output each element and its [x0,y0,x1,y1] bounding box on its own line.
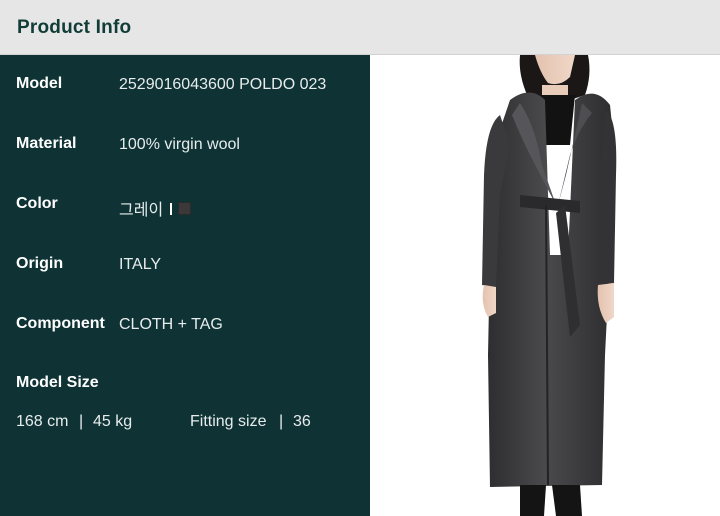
material-value: 100% virgin wool [119,136,240,153]
info-row-material: Material 100% virgin wool [16,135,356,157]
color-value: 그레이 [119,202,164,219]
header-bar: Product Info [0,0,720,55]
model-height: 168 cm [16,413,69,430]
model-coat-illustration [482,55,617,516]
model-size-label: Model Size [16,374,99,391]
color-swatch [178,201,192,215]
model-weight: 45 kg [93,413,133,430]
color-separator [170,202,173,215]
color-label: Color [16,195,58,212]
model-label: Model [16,75,63,92]
info-panel: Model 2529016043600 POLDO 023 Material 1… [0,55,370,516]
info-row-component: Component CLOTH + TAG [16,315,356,337]
info-row-color: Color 그레이 [16,195,356,220]
fitting-size-label: Fitting size [190,413,267,430]
fitting-separator: | [279,413,284,430]
origin-label: Origin [16,255,64,272]
size-separator: | [79,413,84,430]
product-photo [370,55,720,516]
info-row-model: Model 2529016043600 POLDO 023 [16,75,356,97]
component-value: CLOTH + TAG [119,316,223,333]
component-label: Component [16,315,105,332]
fitting-size-value: 36 [293,413,311,430]
info-row-origin: Origin ITALY [16,255,356,277]
model-value: 2529016043600 POLDO 023 [119,76,327,93]
page-title: Product Info [17,17,132,38]
color-value-group: 그레이 [119,196,192,220]
product-info-page: Product Info Model 2529016043600 POLDO 0… [0,0,720,516]
origin-value: ITALY [119,256,162,273]
material-label: Material [16,135,77,152]
